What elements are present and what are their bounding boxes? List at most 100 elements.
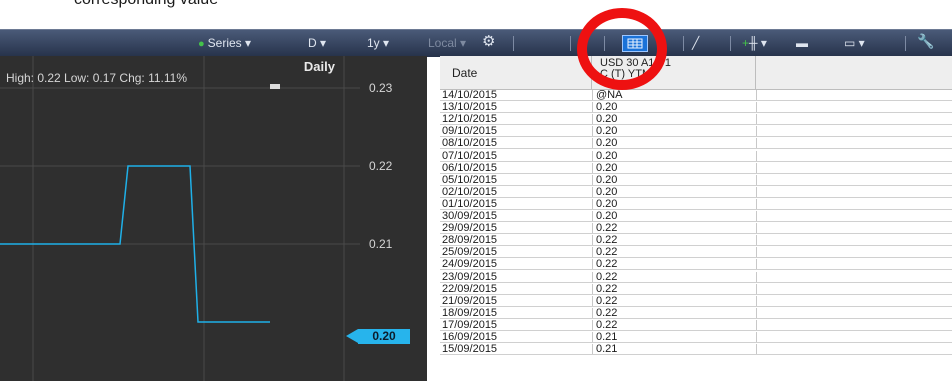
toolbar-divider xyxy=(905,36,906,51)
date-cell: 24/09/2015 xyxy=(442,259,593,270)
add-plus-icon: + xyxy=(742,36,750,50)
date-cell: 22/09/2015 xyxy=(442,283,593,294)
scroll-handle[interactable] xyxy=(270,84,280,89)
period-menu[interactable]: D ▾ xyxy=(308,35,326,52)
settings-gear-icon[interactable]: ⚙ xyxy=(482,33,495,50)
chart-style-icon[interactable]: ╱ xyxy=(692,35,699,52)
value-cell: 0.21 xyxy=(596,332,757,343)
value-cell: 0.20 xyxy=(596,211,757,222)
value-cell: 0.20 xyxy=(596,174,757,185)
date-cell: 29/09/2015 xyxy=(442,223,593,234)
table-row[interactable]: 17/09/2015 0.22 xyxy=(440,319,952,331)
range-label: 1y xyxy=(367,36,380,50)
value-cell: 0.20 xyxy=(596,126,757,137)
caption-text: corresponding value xyxy=(74,0,218,9)
date-cell: 06/10/2015 xyxy=(442,162,593,173)
price-chart[interactable]: Daily High: 0.22 Low: 0.17 Chg: 11.11% 0… xyxy=(0,56,427,381)
table-header: Date USD 30 A1/P1 C (T) YTM xyxy=(440,56,952,90)
period-label: D xyxy=(308,36,317,50)
value-cell: 0.20 xyxy=(596,198,757,209)
series-label: Series xyxy=(207,36,242,50)
table-row[interactable]: 29/09/2015 0.22 xyxy=(440,223,952,235)
value-cell: 0.20 xyxy=(596,138,757,149)
value-cell: 0.20 xyxy=(596,114,757,125)
value-cell: 0.20 xyxy=(596,162,757,173)
table-row[interactable]: 21/09/2015 0.22 xyxy=(440,295,952,307)
value-cell: 0.22 xyxy=(596,295,757,306)
table-row[interactable]: 08/10/2015 0.20 xyxy=(440,138,952,150)
toolbar-divider xyxy=(730,36,731,51)
chart-title: Daily xyxy=(303,59,335,74)
table-row[interactable]: 28/09/2015 0.22 xyxy=(440,235,952,247)
wrench-icon[interactable]: 🔧 xyxy=(917,33,934,50)
table-row[interactable]: 15/09/2015 0.21 xyxy=(440,344,952,356)
chart-stats: High: 0.22 Low: 0.17 Chg: 11.11% xyxy=(6,71,188,85)
table-row[interactable]: 22/09/2015 0.22 xyxy=(440,283,952,295)
date-cell: 30/09/2015 xyxy=(442,211,593,222)
series-menu[interactable]: ● Series ▾ xyxy=(198,35,251,52)
line-tool-icon[interactable]: ▬ xyxy=(796,35,808,52)
date-cell: 02/10/2015 xyxy=(442,186,593,197)
value-cell: 0.20 xyxy=(596,102,757,113)
date-cell: 07/10/2015 xyxy=(442,150,593,161)
table-row[interactable]: 25/09/2015 0.22 xyxy=(440,247,952,259)
date-cell: 14/10/2015 xyxy=(442,90,593,101)
y-tick-label: 0.23 xyxy=(369,81,393,95)
value-cell: 0.22 xyxy=(596,319,757,330)
y-tick-label: 0.21 xyxy=(369,237,393,251)
table-row[interactable]: 13/10/2015 0.20 xyxy=(440,102,952,114)
value-cell: 0.22 xyxy=(596,259,757,270)
table-row[interactable]: 02/10/2015 0.20 xyxy=(440,186,952,198)
date-cell: 15/09/2015 xyxy=(442,344,593,355)
range-menu[interactable]: 1y ▾ xyxy=(367,35,389,52)
date-cell: 16/09/2015 xyxy=(442,332,593,343)
date-cell: 08/10/2015 xyxy=(442,138,593,149)
date-cell: 01/10/2015 xyxy=(442,198,593,209)
highlight-circle xyxy=(577,8,667,90)
data-table[interactable]: Date USD 30 A1/P1 C (T) YTM 14/10/2015 @N… xyxy=(440,56,952,381)
date-cell: 23/09/2015 xyxy=(442,271,593,282)
table-row[interactable]: 30/09/2015 0.20 xyxy=(440,211,952,222)
value-cell: 0.22 xyxy=(596,307,757,318)
table-row[interactable]: 23/09/2015 0.22 xyxy=(440,271,952,283)
table-row[interactable]: 09/10/2015 0.20 xyxy=(440,126,952,138)
value-cell: 0.21 xyxy=(596,344,757,355)
chart-toolbar: ● Series ▾ D ▾ 1y ▾ Local ▾ ⚙ ╱ +╫ ▾ ▬ ▭ … xyxy=(0,29,952,57)
value-cell: 0.22 xyxy=(596,223,757,234)
date-cell: 28/09/2015 xyxy=(442,235,593,246)
date-cell: 18/09/2015 xyxy=(442,307,593,318)
date-cell: 05/10/2015 xyxy=(442,174,593,185)
date-cell: 17/09/2015 xyxy=(442,319,593,330)
value-cell: 0.22 xyxy=(596,283,757,294)
date-cell: 09/10/2015 xyxy=(442,126,593,137)
table-row[interactable]: 12/10/2015 0.20 xyxy=(440,114,952,126)
toolbar-divider xyxy=(683,36,684,51)
timezone-menu[interactable]: Local ▾ xyxy=(428,35,466,52)
table-row[interactable]: 05/10/2015 0.20 xyxy=(440,174,952,186)
toolbar-divider xyxy=(513,36,514,51)
date-cell: 25/09/2015 xyxy=(442,247,593,258)
table-row[interactable]: 14/10/2015 @NA xyxy=(440,90,952,101)
table-row[interactable]: 07/10/2015 0.20 xyxy=(440,150,952,162)
table-row[interactable]: 01/10/2015 0.20 xyxy=(440,198,952,210)
value-cell: @NA xyxy=(596,90,757,101)
date-cell: 12/10/2015 xyxy=(442,114,593,125)
table-row[interactable]: 18/09/2015 0.22 xyxy=(440,307,952,319)
table-row[interactable]: 16/09/2015 0.21 xyxy=(440,332,952,343)
table-row[interactable]: 24/09/2015 0.22 xyxy=(440,259,952,271)
value-cell: 0.20 xyxy=(596,150,757,161)
value-cell: 0.22 xyxy=(596,235,757,246)
value-cell: 0.22 xyxy=(596,247,757,258)
date-cell: 13/10/2015 xyxy=(442,102,593,113)
value-cell: 0.20 xyxy=(596,186,757,197)
date-cell: 21/09/2015 xyxy=(442,295,593,306)
timezone-label: Local xyxy=(428,36,457,50)
add-indicator-button[interactable]: +╫ ▾ xyxy=(742,35,767,52)
last-value-badge: 0.20 xyxy=(346,329,410,344)
print-button[interactable]: ▭ ▾ xyxy=(844,35,865,52)
date-column-header[interactable]: Date xyxy=(440,56,592,89)
series-dot-icon: ● xyxy=(198,38,205,50)
y-tick-label: 0.22 xyxy=(369,159,393,173)
value-cell: 0.22 xyxy=(596,271,757,282)
table-row[interactable]: 06/10/2015 0.20 xyxy=(440,162,952,174)
